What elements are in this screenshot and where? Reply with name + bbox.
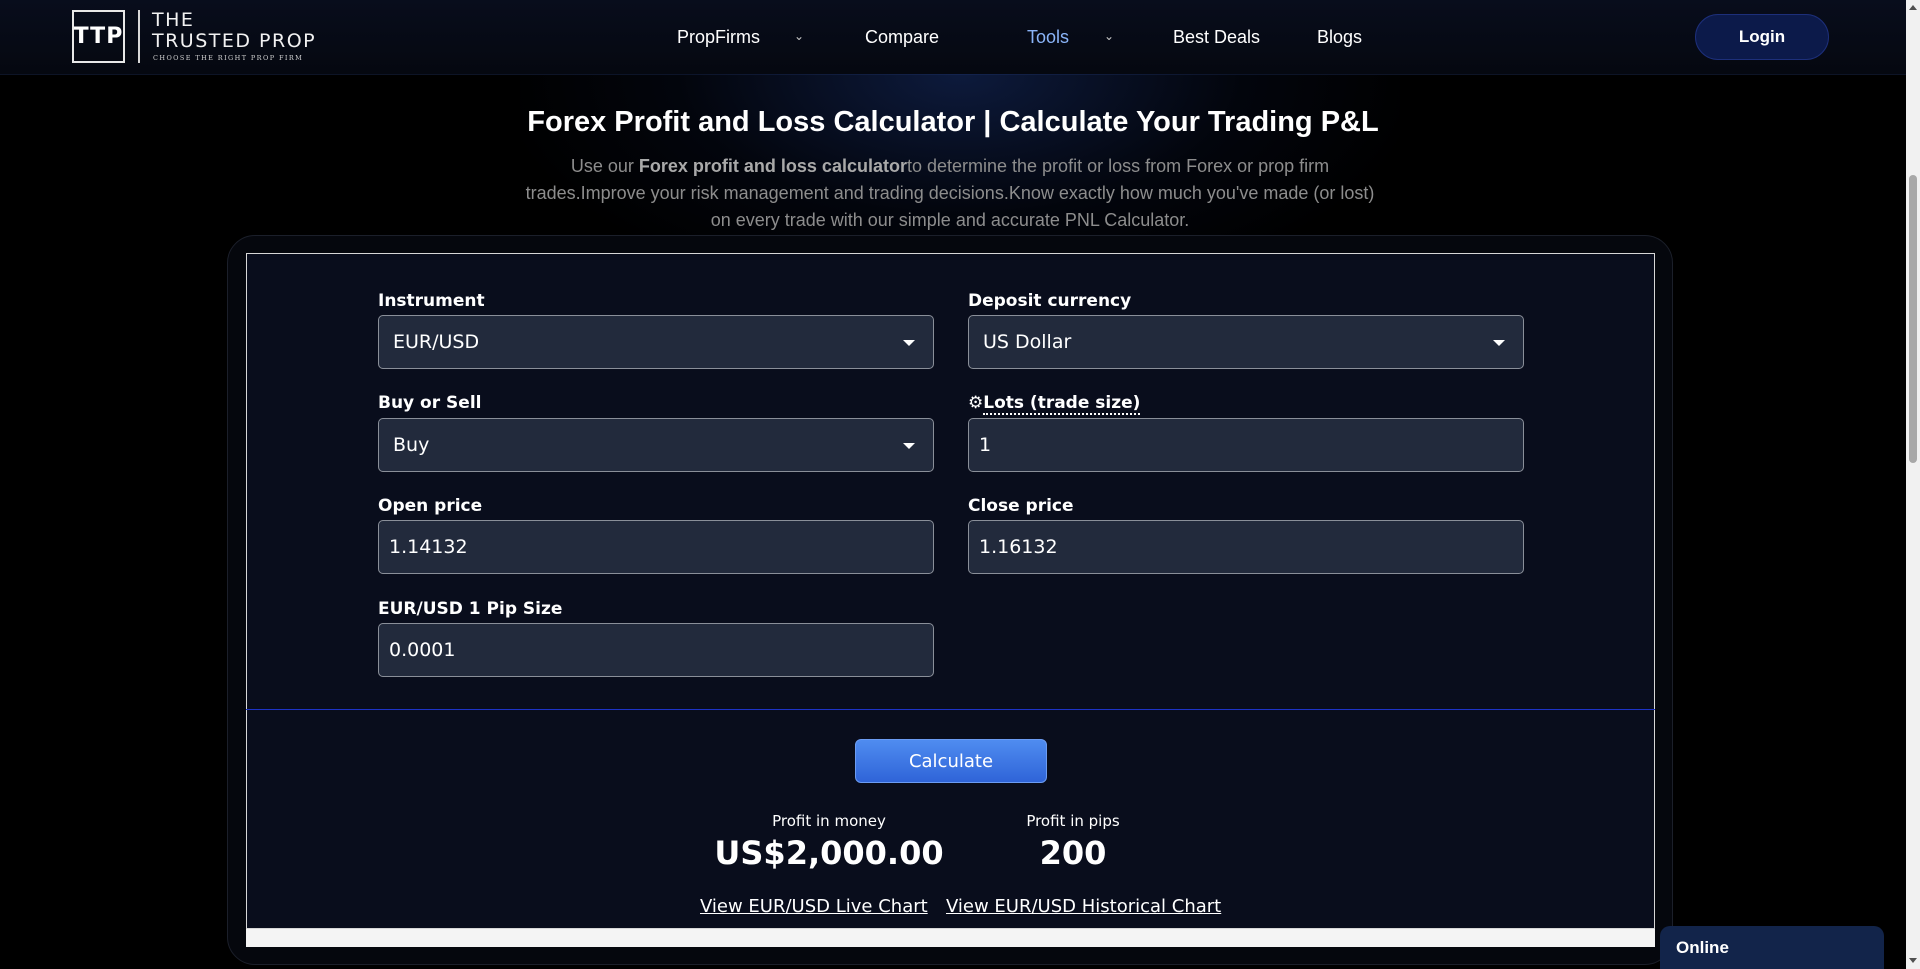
logo-mark[interactable]: TTP [72,10,125,63]
close-price-label: Close price [968,496,1074,516]
logo-title-line1: THE [152,9,195,31]
deposit-currency-select[interactable]: US Dollar [968,315,1524,369]
open-price-input[interactable]: 1.14132 [378,520,934,574]
scroll-up-arrow-icon[interactable] [1909,5,1917,10]
chevron-down-icon[interactable]: ⌄ [794,29,804,43]
desc-prefix: Use our [570,156,639,176]
desc-bold: Forex profit and loss calculator [638,156,907,176]
pip-size-label: EUR/USD 1 Pip Size [378,599,563,619]
close-price-input[interactable]: 1.16132 [968,520,1524,574]
logo-title[interactable]: THE TRUSTED PROP [152,10,316,52]
instrument-value: EUR/USD [393,331,480,353]
pip-size-input[interactable]: 0.0001 [378,623,934,677]
instrument-select[interactable]: EUR/USD [378,315,934,369]
chat-widget[interactable]: Online [1660,926,1884,969]
nav-tools[interactable]: Tools [1027,27,1069,48]
nav-propfirms[interactable]: PropFirms [677,27,760,48]
open-price-label: Open price [378,496,483,516]
calculator-footer-strip [246,929,1655,947]
lots-label[interactable]: ⚙Lots (trade size) [968,393,1141,415]
logo-title-line2: TRUSTED PROP [152,30,317,52]
scroll-down-arrow-icon[interactable] [1909,958,1917,963]
caret-down-icon [1493,340,1505,346]
profit-pips-label: Profit in pips [1026,812,1120,830]
deposit-currency-label: Deposit currency [968,291,1132,311]
historical-chart-link[interactable]: View EUR/USD Historical Chart [946,896,1221,917]
calculate-button[interactable]: Calculate [855,739,1047,783]
lots-label-text: Lots (trade size) [983,393,1141,415]
deposit-currency-value: US Dollar [983,331,1072,353]
chevron-down-icon[interactable]: ⌄ [1104,29,1114,43]
calculator-divider [246,709,1655,710]
buy-sell-value: Buy [393,434,430,456]
site-header: TTP THE TRUSTED PROP CHOOSE THE RIGHT PR… [0,0,1906,75]
profit-pips-value: 200 [1039,834,1107,872]
page-title: Forex Profit and Loss Calculator | Calcu… [527,106,1379,138]
logo-divider [138,10,140,63]
gear-icon: ⚙ [968,393,984,413]
instrument-label: Instrument [378,291,485,311]
scrollbar-thumb[interactable] [1909,175,1917,463]
caret-down-icon [903,443,915,449]
scrollbar[interactable] [1906,0,1920,969]
login-button[interactable]: Login [1695,14,1829,60]
buy-sell-select[interactable]: Buy [378,418,934,472]
profit-money-label: Profit in money [772,812,886,830]
profit-money-value: US$2,000.00 [714,834,944,872]
nav-blogs[interactable]: Blogs [1317,27,1362,48]
page-description: Use our Forex profit and loss calculator… [520,153,1380,234]
nav-best-deals[interactable]: Best Deals [1173,27,1260,48]
logo-tagline: CHOOSE THE RIGHT PROP FIRM [153,54,304,62]
live-chart-link[interactable]: View EUR/USD Live Chart [700,896,928,917]
caret-down-icon [903,340,915,346]
buy-sell-label: Buy or Sell [378,393,482,413]
chat-status: Online [1676,937,1729,957]
nav-compare[interactable]: Compare [865,27,939,48]
logo-mark-text: TTP [73,24,124,49]
lots-input[interactable]: 1 [968,418,1524,472]
